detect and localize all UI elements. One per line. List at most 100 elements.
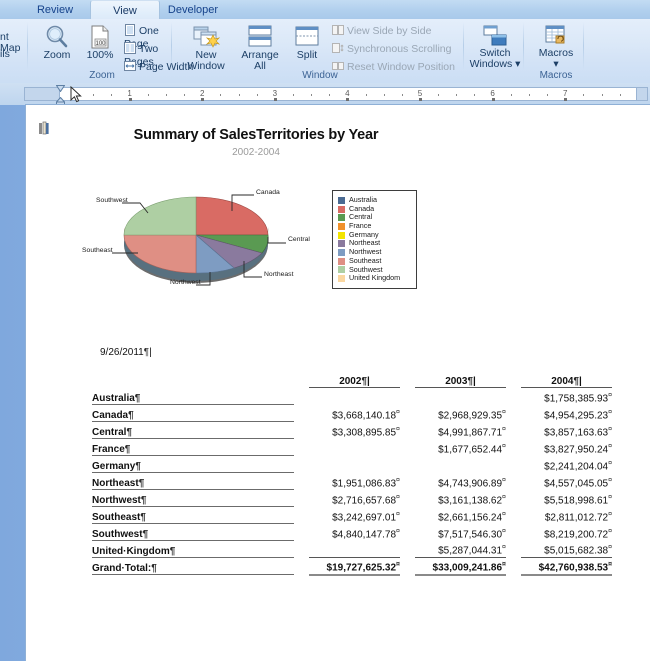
macros-label: Macros ▾ [538,47,574,70]
ruler-tick [528,94,530,96]
switch-windows-icon [483,25,507,46]
thumbnails-checkbox[interactable]: ils [0,49,30,60]
document-page[interactable]: Summary of SalesTerritories by Year 2002… [26,105,650,661]
column-gap [400,523,415,540]
ruler-tab-stop[interactable] [128,98,132,101]
table-cell-value: $2,661,156.24¤ [415,506,506,523]
cell-end-mark: ¤ [396,408,400,416]
row-label: Central¶ [92,421,294,439]
new-window-button[interactable]: New Window [180,24,232,72]
ruler-tab-stop[interactable] [273,98,277,101]
arrange-all-label: Arrange All [241,49,279,72]
column-header-label: 2003 [445,376,468,387]
table-cell-value: $4,743,906.89¤ [415,472,506,489]
cell-end-mark: ¤ [608,408,612,416]
group-switch-windows: Switch Windows ▾ [466,20,524,82]
row-label-text: United·Kingdom [92,545,170,557]
cell-text: $3,308,895.85 [332,427,397,438]
table-row[interactable]: United·Kingdom¶ $5,287,044.31¤ $5,015,682… [92,540,612,558]
group-divider [171,22,172,70]
table-corner-cell [92,373,294,388]
cell-text: $4,557,045.05 [544,478,609,489]
table-row[interactable]: Germany¶ $2,241,204.04¤ [92,455,612,473]
group-label-macros: Macros [539,70,573,81]
split-button[interactable]: Split [288,24,326,61]
column-gap [294,523,309,540]
column-gap [400,540,415,557]
cell-text: $2,241,204.04 [544,461,609,472]
callout-label-southwest: Southwest [96,197,128,204]
ruler-tick [111,94,113,96]
zoom-button[interactable]: Zoom [36,24,78,61]
row-label-text: Southwest [92,528,143,540]
cell-text: $3,242,697.01 [332,512,397,523]
pilcrow-mark: ¶ [128,409,134,421]
tab-review[interactable]: Review [18,0,92,20]
ruler-tick [256,94,258,96]
column-header-label: 2004 [551,376,574,387]
ruler-tick [220,94,222,96]
table-row[interactable]: Northeast¶ $1,951,086.83¤ $4,743,906.89¤ $4… [92,472,612,490]
cell-end-mark: ¤ [608,459,612,467]
column-gap [294,421,309,438]
horizontal-ruler[interactable]: 1 2 3 4 5 6 7 [24,87,648,101]
row-label-text: Northwest [92,494,141,506]
switch-windows-button[interactable]: Switch Windows ▾ [468,24,522,70]
ruler-tab-stop[interactable] [419,98,422,101]
column-gap [400,373,415,388]
table-cell-value: $8,219,200.72¤ [521,523,612,540]
synchronous-scrolling-button[interactable]: Synchronous Scrolling [332,42,472,57]
table-cell-value: $7,517,546.30¤ [415,523,506,540]
group-divider [27,22,28,70]
chart-subtitle: 2002-2004 [232,147,280,158]
column-gap [506,472,521,489]
tab-developer[interactable]: Developer [148,0,238,20]
cell-end-mark [398,460,400,467]
arrange-all-button[interactable]: Arrange All [236,24,284,72]
ruler-tab-stop[interactable] [201,98,205,101]
table-total-row[interactable]: Grand·Total:¶ $19,727,625.32¤ $33,009,241.… [92,556,612,576]
column-gap [294,388,309,405]
cell-end-mark: ¤ [502,442,506,450]
callout-label-northeast: Northeast [264,271,294,278]
legend-swatch-icon [338,266,345,274]
insertion-point: | [367,376,370,387]
sales-territories-pie-chart[interactable]: Summary of SalesTerritories by Year 2002… [26,105,650,305]
row-label-text: Northeast [92,477,139,489]
table-cell-value: $4,991,867.71¤ [415,421,506,438]
pilcrow-mark: ¶ [140,511,146,523]
column-gap [400,438,415,455]
table-cell-value: $2,241,204.04¤ [521,455,612,472]
ruler-left-margin[interactable] [24,87,60,101]
new-window-label: New Window [187,49,225,72]
zoom-100-button[interactable]: 100 100% [80,24,120,61]
first-line-indent-marker[interactable] [56,85,65,92]
row-label-text: France [92,443,125,455]
cell-end-mark: ¤ [608,561,612,569]
macros-button[interactable]: Macros ▾ [530,24,582,70]
table-row[interactable]: Canada¶ $3,668,140.18¤ $2,968,929.35¤ $4,95… [92,404,612,422]
sales-summary-table[interactable]: 2002¶| 2003¶| 2004¶| Australia¶ $1,758,385.… [92,373,612,576]
table-row[interactable]: Central¶ $3,308,895.85¤ $4,991,867.71¤ $3,8… [92,421,612,439]
view-side-by-side-button[interactable]: View Side by Side [332,24,462,39]
ruler-tab-stop[interactable] [564,98,568,101]
ruler-number-3: 3 [272,89,278,98]
group-divider [463,22,464,70]
table-row[interactable]: Southwest¶ $4,840,147.78¤ $7,517,546.30¤ $8… [92,523,612,541]
table-row[interactable]: Australia¶ $1,758,385.93¤ [92,387,612,405]
column-gap [506,455,521,472]
ruler-tab-stop[interactable] [346,98,350,101]
cell-end-mark: ¤ [608,476,612,484]
cell-end-mark [398,443,400,450]
ruler-right-margin[interactable] [636,87,648,101]
macros-icon [545,25,565,44]
table-cell-value: $5,287,044.31¤ [415,540,506,557]
table-header-row: 2002¶| 2003¶| 2004¶| [92,373,612,388]
ruler-tick [474,94,476,96]
table-row[interactable]: Southeast¶ $3,242,697.01¤ $2,661,156.24¤ $2… [92,506,612,524]
ruler-tab-stop[interactable] [491,98,495,101]
cell-text: $4,743,906.89 [438,478,503,489]
table-row[interactable]: France¶ $1,677,652.44¤ $3,827,950.24¤ [92,438,612,456]
cell-text: $33,009,241.86 [432,562,503,574]
table-row[interactable]: Northwest¶ $2,716,657.68¤ $3,161,138.62¤ $5… [92,489,612,507]
